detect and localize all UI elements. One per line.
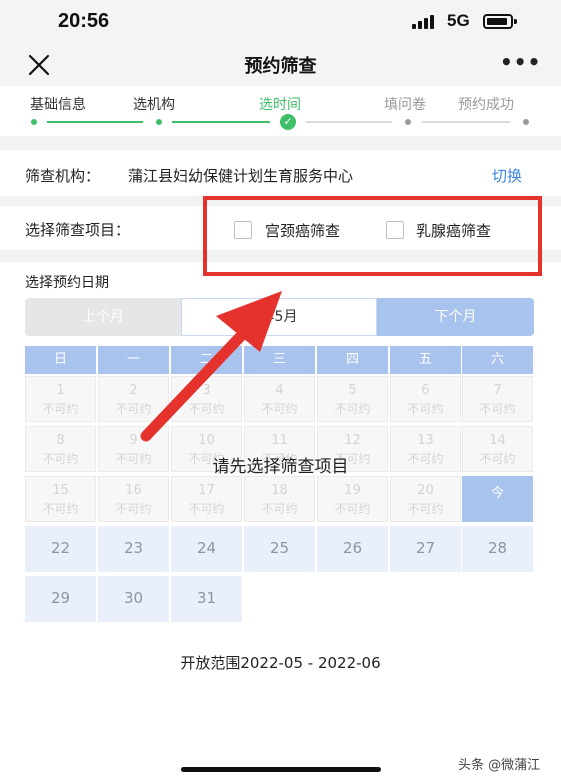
watermark: 头条 @微蒲江: [458, 758, 541, 773]
annotation-arrow: [140, 291, 282, 442]
home-indicator[interactable]: [181, 767, 381, 772]
